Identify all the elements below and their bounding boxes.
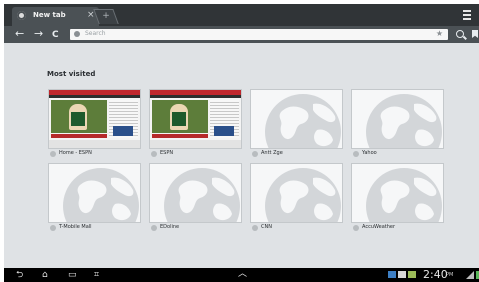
- reload-icon[interactable]: C: [52, 29, 59, 41]
- globe-icon: [251, 164, 342, 222]
- chevron-up-icon[interactable]: ︿: [238, 269, 247, 279]
- most-visited-tile[interactable]: [250, 163, 343, 223]
- page-thumbnail: [150, 90, 241, 148]
- back-nav-icon[interactable]: ⮌: [16, 270, 23, 280]
- tile-title: CNN: [261, 224, 272, 230]
- star-icon[interactable]: ★: [436, 29, 443, 38]
- plus-icon: +: [102, 11, 110, 21]
- most-visited-tile[interactable]: [48, 163, 141, 223]
- most-visited-tile[interactable]: [250, 89, 343, 149]
- tile-title: ESPN: [160, 150, 174, 156]
- most-visited-tile[interactable]: [48, 89, 141, 149]
- tab-title: New tab: [33, 11, 66, 19]
- site-favicon-icon: [50, 225, 56, 231]
- tile-label[interactable]: AccuWeather: [351, 224, 442, 232]
- tab-strip: New tab × +: [4, 4, 479, 26]
- tile-label[interactable]: ESPN: [149, 150, 240, 158]
- site-favicon-icon: [252, 151, 258, 157]
- tile-label[interactable]: EDoline: [149, 224, 240, 232]
- globe-icon: [251, 90, 342, 148]
- system-bar: ⮌ ⌂ ▭ ⌗ ︿ 2:40 PM: [4, 268, 479, 282]
- tile-title: EDoline: [160, 224, 180, 230]
- recent-apps-icon[interactable]: ▭: [68, 270, 77, 280]
- section-title: Most visited: [47, 70, 96, 78]
- search-icon[interactable]: [456, 30, 464, 38]
- screenshot-icon[interactable]: ⌗: [94, 270, 99, 280]
- tile-title: Antt Zge: [261, 150, 283, 156]
- site-favicon-icon: [151, 225, 157, 231]
- clock-ampm: PM: [446, 272, 454, 278]
- most-visited-tile[interactable]: [149, 89, 242, 149]
- bookmark-icon[interactable]: [472, 30, 478, 38]
- notification-icon: [398, 271, 406, 278]
- site-favicon-icon: [353, 225, 359, 231]
- site-favicon-icon: [353, 151, 359, 157]
- tile-label[interactable]: CNN: [250, 224, 341, 232]
- new-tab-page: Most visited Home - ESPN ESPN Antt Zge Yaho…: [4, 43, 479, 268]
- chrome-favicon-icon: [17, 11, 26, 20]
- site-favicon-icon: [151, 151, 157, 157]
- new-tab-button[interactable]: +: [93, 9, 119, 24]
- clock: 2:40: [423, 268, 448, 281]
- globe-icon: [352, 90, 443, 148]
- tile-title: Home - ESPN: [59, 150, 92, 156]
- browser-toolbar: ← → C Search ★: [4, 26, 479, 43]
- globe-icon: [49, 164, 140, 222]
- omnibox[interactable]: Search ★: [70, 29, 448, 40]
- browser-screen: New tab × + ← → C Search ★ Most visited …: [0, 0, 479, 282]
- most-visited-tile[interactable]: [351, 163, 444, 223]
- most-visited-tile[interactable]: [351, 89, 444, 149]
- most-visited-tile[interactable]: [149, 163, 242, 223]
- notification-icon: [408, 271, 416, 278]
- menu-icon[interactable]: [463, 10, 471, 22]
- signal-icon: [466, 271, 474, 279]
- globe-icon: [352, 164, 443, 222]
- omnibox-placeholder: Search: [85, 30, 106, 37]
- page-thumbnail: [49, 90, 140, 148]
- tile-title: AccuWeather: [362, 224, 396, 230]
- notification-icon: [388, 271, 396, 278]
- google-icon: [74, 31, 80, 37]
- site-favicon-icon: [252, 225, 258, 231]
- tile-title: T-Mobile Mall: [59, 224, 92, 230]
- tile-label[interactable]: T-Mobile Mall: [48, 224, 139, 232]
- globe-icon: [150, 164, 241, 222]
- tile-label[interactable]: Yahoo: [351, 150, 442, 158]
- tab-new-tab[interactable]: New tab ×: [12, 7, 99, 26]
- tile-label[interactable]: Antt Zge: [250, 150, 341, 158]
- tile-title: Yahoo: [362, 150, 377, 156]
- forward-icon[interactable]: →: [34, 28, 43, 40]
- site-favicon-icon: [50, 151, 56, 157]
- tile-label[interactable]: Home - ESPN: [48, 150, 139, 158]
- home-icon[interactable]: ⌂: [42, 270, 48, 280]
- back-icon[interactable]: ←: [15, 28, 24, 40]
